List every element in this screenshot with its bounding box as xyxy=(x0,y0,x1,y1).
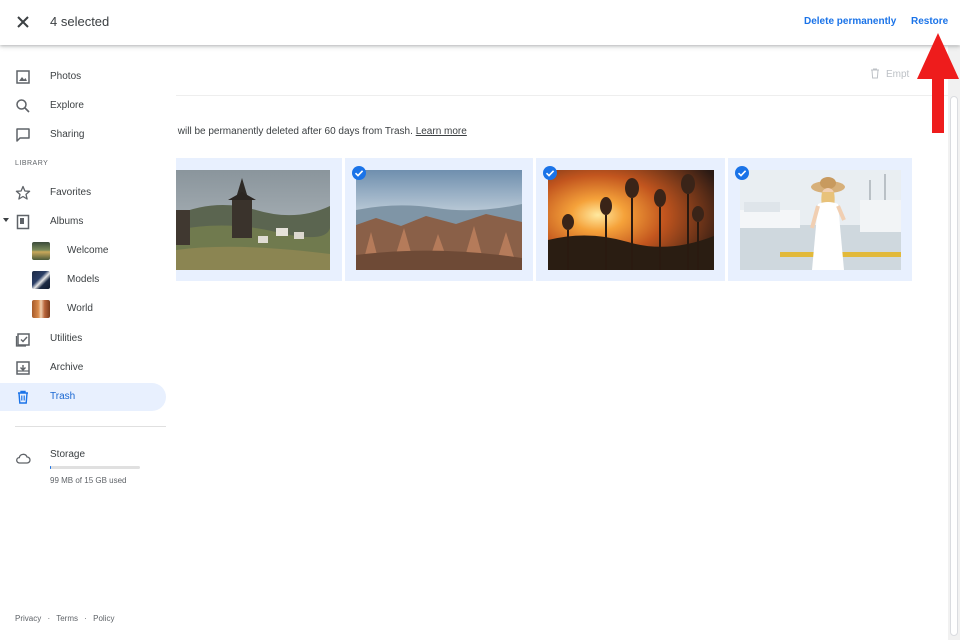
photo-icon xyxy=(16,70,30,84)
sidebar-item-favorites[interactable]: Favorites xyxy=(0,179,166,207)
selection-bar: 4 selected Delete permanently Restore xyxy=(0,0,960,45)
album-item-models[interactable]: Models xyxy=(0,266,166,294)
scrollbar-thumb[interactable] xyxy=(950,96,958,636)
sidebar-item-label: Trash xyxy=(50,391,76,402)
storage-progress-bar xyxy=(50,466,140,469)
trash-content: Empt s will be permanently deleted after… xyxy=(170,46,948,640)
trash-notice: s will be permanently deleted after 60 d… xyxy=(170,126,467,137)
sidebar-item-label: Archive xyxy=(50,362,84,373)
sidebar-item-label: Explore xyxy=(50,100,84,111)
sidebar-item-label: Sharing xyxy=(50,129,85,140)
selected-count: 4 selected xyxy=(50,14,110,29)
learn-more-link[interactable]: Learn more xyxy=(416,126,467,137)
photo-woman-harbor xyxy=(740,170,901,270)
trash-icon xyxy=(871,68,879,79)
star-icon xyxy=(15,185,31,200)
sidebar-divider xyxy=(15,426,166,427)
footer-separator: · xyxy=(47,614,51,623)
sidebar-item-label: Photos xyxy=(50,71,82,82)
photo-church-village xyxy=(176,170,330,270)
album-thumbnail xyxy=(32,300,50,318)
album-label: World xyxy=(67,303,93,314)
content-divider xyxy=(176,95,948,96)
utilities-icon xyxy=(15,333,30,347)
delete-permanently-button[interactable]: Delete permanently xyxy=(804,16,896,27)
check-icon[interactable] xyxy=(735,166,749,180)
album-label: Welcome xyxy=(67,245,109,256)
sidebar-item-sharing[interactable]: Sharing xyxy=(0,121,166,149)
search-icon xyxy=(16,99,30,113)
chevron-down-icon[interactable] xyxy=(3,218,9,222)
archive-icon xyxy=(16,361,30,375)
photo-tile[interactable] xyxy=(176,158,342,281)
privacy-link[interactable]: Privacy xyxy=(15,614,41,623)
sidebar: Photos Explore Sharing LIBRARY Favorites… xyxy=(0,46,176,640)
check-icon[interactable] xyxy=(543,166,557,180)
empty-trash-button[interactable]: Empt xyxy=(870,68,909,80)
photo-rock-landscape xyxy=(356,170,522,270)
sidebar-item-label: Albums xyxy=(50,216,84,227)
storage-used-text: 99 MB of 15 GB used xyxy=(50,476,127,485)
photo-tile[interactable] xyxy=(728,158,912,281)
restore-button[interactable]: Restore xyxy=(911,16,948,27)
storage-label: Storage xyxy=(50,449,86,460)
album-label: Models xyxy=(67,274,100,285)
close-icon[interactable] xyxy=(13,12,33,32)
terms-link[interactable]: Terms xyxy=(56,614,78,623)
sidebar-item-photos[interactable]: Photos xyxy=(0,63,166,91)
sidebar-item-label: Favorites xyxy=(50,187,92,198)
footer-separator: · xyxy=(84,614,87,623)
storage-progress-fill xyxy=(50,466,51,469)
empty-trash-label: Empt xyxy=(886,69,910,80)
cloud-icon xyxy=(16,453,31,464)
library-section-label: LIBRARY xyxy=(15,160,49,167)
vertical-scrollbar[interactable] xyxy=(948,46,960,640)
album-item-welcome[interactable]: Welcome xyxy=(0,237,166,265)
storage-item[interactable]: Storage 99 MB of 15 GB used xyxy=(0,444,166,494)
trash-notice-text: s will be permanently deleted after 60 d… xyxy=(170,126,413,137)
sidebar-item-trash[interactable]: Trash xyxy=(0,383,166,411)
trash-icon xyxy=(18,390,28,404)
sidebar-item-utilities[interactable]: Utilities xyxy=(0,325,166,353)
album-item-world[interactable]: World xyxy=(0,295,166,323)
photo-tile[interactable] xyxy=(536,158,725,281)
sidebar-item-label: Utilities xyxy=(50,333,83,344)
album-thumbnail xyxy=(32,242,50,260)
sidebar-footer: Privacy · Terms · Policy xyxy=(15,614,114,623)
album-icon xyxy=(16,214,30,230)
sidebar-item-archive[interactable]: Archive xyxy=(0,354,166,382)
sidebar-item-explore[interactable]: Explore xyxy=(0,92,166,120)
album-thumbnail xyxy=(32,271,50,289)
photo-sunset-flowers xyxy=(548,170,714,270)
photo-tile[interactable] xyxy=(345,158,533,281)
chat-icon xyxy=(16,128,30,142)
sidebar-item-albums[interactable]: Albums xyxy=(0,208,166,236)
check-icon[interactable] xyxy=(352,166,366,180)
policy-link[interactable]: Policy xyxy=(93,614,114,623)
